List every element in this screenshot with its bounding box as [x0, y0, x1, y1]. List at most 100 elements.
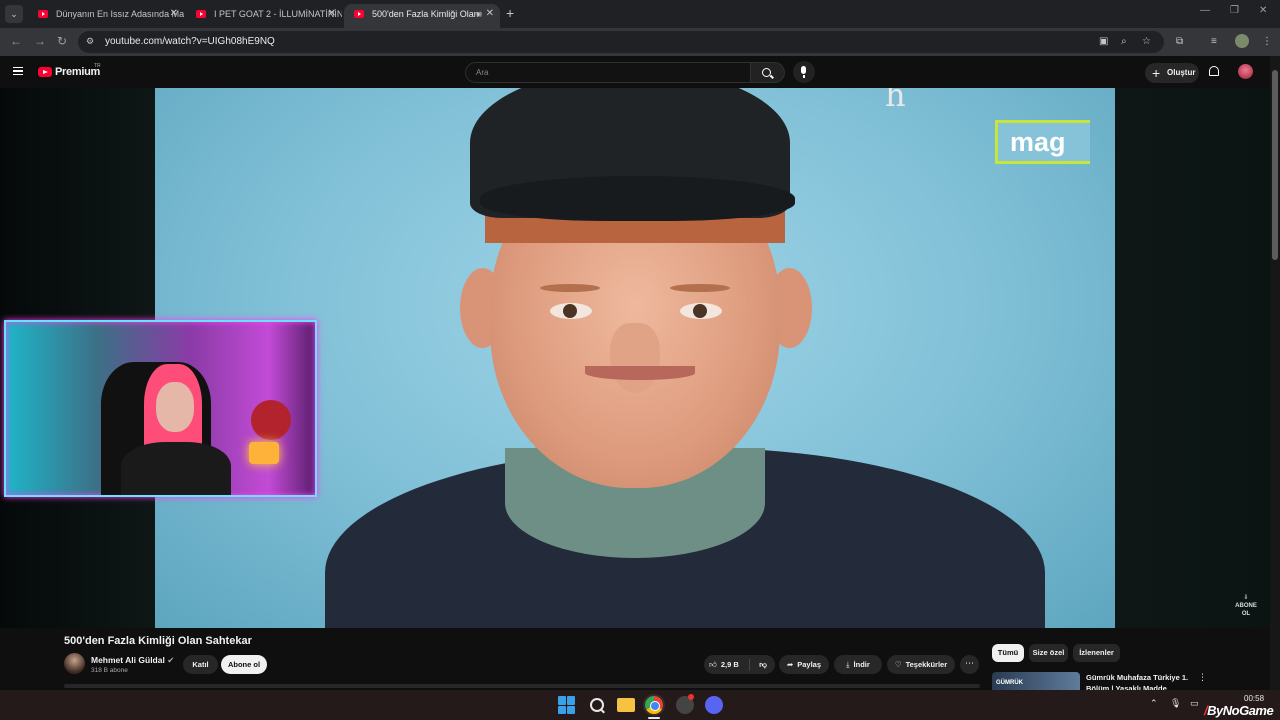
- youtube-header: Premium TR Ara + Oluştur: [0, 56, 1280, 88]
- thanks-label: Teşekkürler: [905, 660, 948, 669]
- youtube-favicon-icon: [354, 10, 364, 18]
- scrollbar-thumb[interactable]: [1272, 70, 1278, 260]
- search-placeholder: Ara: [476, 68, 489, 77]
- browser-tab-active[interactable]: 500'den Fazla Kimliği Olan 🔊︎ ✕: [344, 4, 500, 28]
- youtube-logo-icon[interactable]: [38, 67, 52, 77]
- tab-title: I PET GOAT 2 - İLLUMİNATİNİN: [214, 9, 342, 19]
- thumbs-up-icon[interactable]: 👍︎: [709, 655, 717, 674]
- browser-tab[interactable]: I PET GOAT 2 - İLLUMİNATİNİN ✕: [186, 4, 342, 28]
- video-subject-mouth: [585, 366, 695, 380]
- browser-tab-bar: ⌄ Dünyanın En Issız Adasında Ma ✕ I PET …: [0, 0, 1280, 28]
- create-label: Oluştur: [1167, 68, 1196, 77]
- profile-avatar-icon[interactable]: [1235, 34, 1249, 48]
- discord-icon[interactable]: [705, 696, 723, 714]
- brand-tag: mag: [995, 120, 1090, 164]
- chrome-icon[interactable]: [645, 696, 663, 714]
- media-control-icon[interactable]: ≡: [1211, 36, 1217, 47]
- obs-icon[interactable]: [676, 694, 694, 714]
- join-button[interactable]: Katıl: [183, 655, 218, 674]
- zoom-icon[interactable]: ⌕: [1121, 36, 1127, 47]
- microphone-tray-icon[interactable]: 🎙︎: [1170, 698, 1181, 709]
- subscribe-button[interactable]: Abone ol: [221, 655, 267, 674]
- desk-lamp: [249, 442, 279, 464]
- more-actions-button[interactable]: ⋯: [960, 655, 979, 674]
- video-subject-nose: [610, 323, 660, 393]
- download-label: İndir: [853, 660, 870, 669]
- search-input[interactable]: Ara: [465, 62, 751, 83]
- maximize-icon[interactable]: ❐: [1230, 5, 1239, 16]
- channel-name-text: Mehmet Ali Güldal: [91, 655, 165, 665]
- back-arrow-icon[interactable]: ←: [10, 34, 22, 48]
- browser-toolbar: ← → ↻ ⚙ youtube.com/watch?v=UIGh08hE9NQ …: [0, 28, 1280, 56]
- speaker-icon[interactable]: 🔊︎: [476, 4, 482, 24]
- account-avatar[interactable]: [1238, 64, 1253, 79]
- windows-start-icon[interactable]: [558, 696, 576, 714]
- download-button[interactable]: ⤓ İndir: [834, 655, 882, 674]
- streamer-webcam-overlay: [4, 320, 317, 497]
- search-button[interactable]: [751, 62, 785, 83]
- close-icon[interactable]: ✕: [170, 4, 178, 24]
- subscribe-overlay-line: ABONE: [1235, 603, 1257, 609]
- browser-tab[interactable]: Dünyanın En Issız Adasında Ma ✕: [28, 4, 184, 28]
- verified-check-icon: ✔: [167, 655, 175, 665]
- extensions-icon[interactable]: ⧉: [1176, 36, 1183, 47]
- youtube-favicon-icon: [38, 10, 48, 18]
- thumbnail-text: GÜMRÜK: [996, 680, 1023, 686]
- tray-chevron-icon[interactable]: ⌃: [1150, 698, 1158, 709]
- install-app-icon[interactable]: ▣: [1099, 36, 1108, 47]
- taskbar-search-icon[interactable]: [588, 696, 606, 714]
- chip-watched[interactable]: İzlenenler: [1073, 644, 1120, 662]
- watermark-text: ByNoGame: [1207, 703, 1274, 718]
- share-label: Paylaş: [797, 660, 822, 669]
- menu-icon[interactable]: [13, 67, 23, 75]
- tab-title: Dünyanın En Issız Adasında Ma: [56, 9, 184, 19]
- file-explorer-icon[interactable]: [617, 698, 635, 712]
- heart-dollar-icon: ♡: [894, 660, 902, 669]
- streamer-face: [156, 382, 194, 432]
- video-subject-eye: [680, 303, 722, 319]
- create-button[interactable]: + Oluştur: [1145, 63, 1199, 83]
- share-arrow-icon: ➦: [786, 660, 794, 669]
- bookmark-star-icon[interactable]: ☆: [1142, 36, 1151, 47]
- minimize-icon[interactable]: —: [1200, 5, 1210, 16]
- display-tray-icon[interactable]: ▭: [1190, 698, 1199, 709]
- video-title: 500'den Fazla Kimliği Olan Sahtekar: [64, 635, 252, 647]
- tab-search-button[interactable]: ⌄: [5, 5, 23, 23]
- close-icon[interactable]: ✕: [486, 4, 494, 24]
- youtube-favicon-icon: [196, 10, 206, 18]
- url-text: youtube.com/watch?v=UIGh08hE9NQ: [105, 36, 275, 47]
- recommended-thumbnail[interactable]: GÜMRÜK: [992, 672, 1080, 690]
- window-close-icon[interactable]: ✕: [1259, 5, 1267, 16]
- plus-icon: +: [1152, 65, 1161, 81]
- reload-icon[interactable]: ↻: [57, 34, 67, 48]
- subscribe-overlay-icon[interactable]: ⇩ ABONE OL: [1234, 594, 1258, 618]
- notifications-bell-icon[interactable]: [1209, 66, 1219, 76]
- new-tab-button[interactable]: +: [506, 5, 514, 21]
- share-button[interactable]: ➦ Paylaş: [779, 655, 829, 674]
- recommended-title[interactable]: Gümrük Muhafaza Türkiye 1. Bölüm | Yasak…: [1086, 672, 1196, 690]
- chip-for-you[interactable]: Size özel: [1029, 644, 1068, 662]
- page-scrollbar[interactable]: [1270, 56, 1280, 690]
- forward-arrow-icon[interactable]: →: [34, 34, 46, 48]
- subscribe-overlay-line: OL: [1241, 611, 1251, 617]
- chip-all[interactable]: Tümü: [992, 644, 1024, 662]
- download-icon: ⤓: [846, 660, 850, 669]
- voice-search-icon[interactable]: [793, 61, 815, 83]
- like-count[interactable]: 2,9 B: [721, 660, 739, 669]
- video-subject-cap-brim: [480, 176, 795, 221]
- close-icon[interactable]: ✕: [328, 4, 336, 24]
- site-info-icon[interactable]: ⚙: [86, 36, 94, 47]
- kebab-menu-icon[interactable]: ⋮: [1198, 672, 1207, 683]
- description-box-edge[interactable]: [64, 684, 980, 688]
- active-app-indicator: [648, 717, 660, 719]
- windows-taskbar: ⌃ 🎙︎ ▭ 00:58: [0, 690, 1280, 720]
- thumbs-down-icon[interactable]: 👎︎: [752, 655, 774, 674]
- browser-menu-icon[interactable]: ⋮: [1262, 36, 1272, 47]
- channel-name[interactable]: Mehmet Ali Güldal ✔: [91, 655, 174, 666]
- search-icon: [762, 68, 771, 77]
- thanks-button[interactable]: ♡ Teşekkürler: [887, 655, 955, 674]
- address-bar[interactable]: ⚙ youtube.com/watch?v=UIGh08hE9NQ: [78, 31, 1164, 53]
- channel-avatar[interactable]: [64, 653, 85, 674]
- video-subject-brow: [540, 284, 600, 292]
- streamer-body: [121, 442, 231, 495]
